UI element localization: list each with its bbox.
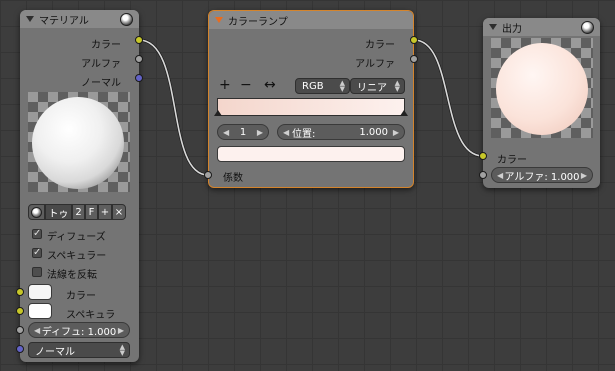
material-node-header[interactable]: マテリアル (20, 10, 139, 28)
stop-position-field[interactable]: ◀ 位置: 1.000 ▶ (277, 124, 405, 140)
add-stop-button[interactable]: + (219, 77, 231, 93)
stop-position-label: 位置: (292, 128, 316, 140)
colorramp-node[interactable]: カラーランプ カラー アルファ + − ↔ RGB ▲ ▼ リニア ▲ ▼ ◀ 1 … (208, 10, 414, 188)
color-mode-value: RGB (302, 80, 324, 92)
material-browse-icon[interactable] (28, 204, 45, 220)
increment-arrow-icon[interactable]: ▶ (118, 326, 124, 335)
output-alpha-value: アルファ: 1.000 (504, 171, 580, 183)
normal-dropdown-value: ノーマル (35, 346, 75, 358)
output-preview (491, 38, 593, 138)
ramp-input-socket-factor[interactable] (204, 171, 212, 179)
material-preview (28, 92, 130, 192)
ramp-output-label-color: カラー (365, 40, 395, 51)
output-socket-color[interactable] (135, 36, 143, 44)
material-ball-icon[interactable] (120, 13, 133, 26)
diffuse-checkbox[interactable]: ✓ (32, 229, 42, 239)
invert-normal-checkbox[interactable] (32, 267, 42, 277)
unlink-material-button[interactable]: × (112, 204, 126, 220)
decrement-arrow-icon[interactable]: ◀ (283, 128, 289, 137)
active-stop-value: 1 (239, 126, 247, 138)
output-node-header[interactable]: 出力 (483, 18, 600, 36)
input-socket-color[interactable] (16, 288, 24, 296)
diffuse-label: ディフューズ (47, 232, 106, 243)
stop-color-swatch[interactable] (217, 146, 405, 162)
colorramp-node-title: カラーランプ (228, 16, 288, 28)
material-node[interactable]: マテリアル カラー アルファ ノーマル トゥ 2 F + × ✓ ディフューズ … (20, 10, 139, 362)
decrement-arrow-icon[interactable]: ◀ (34, 326, 40, 335)
increment-arrow-icon[interactable]: ▶ (257, 128, 263, 137)
material-node-title: マテリアル (39, 15, 89, 27)
interpolation-value: リニア (357, 82, 387, 94)
color-input-label: カラー (66, 291, 96, 302)
output-socket-normal[interactable] (135, 74, 143, 82)
color-ramp-gradient[interactable] (217, 98, 405, 116)
output-color-label: カラー (497, 155, 527, 166)
material-datablock-bar[interactable]: トゥ 2 F + × (28, 204, 130, 220)
fake-user-button[interactable]: F (85, 204, 98, 220)
invert-normal-label: 法線を反転 (47, 270, 97, 281)
interpolation-dropdown[interactable]: リニア ▲ ▼ (350, 78, 405, 94)
input-socket-normal[interactable] (16, 345, 24, 353)
output-label-alpha: アルファ (81, 59, 121, 70)
color-mode-dropdown[interactable]: RGB ▲ ▼ (295, 78, 350, 94)
diffuse-intensity-value: ディフュ: 1.000 (41, 326, 117, 338)
material-name-field[interactable]: トゥ (45, 204, 72, 220)
material-ball-icon[interactable] (581, 21, 594, 34)
output-node-title: 出力 (502, 23, 522, 35)
material-preview-sphere (32, 97, 124, 189)
specular-swatch[interactable] (28, 303, 52, 319)
output-input-socket-color[interactable] (479, 152, 487, 160)
decrement-arrow-icon[interactable]: ◀ (223, 128, 229, 137)
ramp-output-label-alpha: アルファ (355, 59, 395, 70)
stop-position-value: 1.000 (359, 126, 388, 138)
output-label-normal: ノーマル (81, 78, 121, 89)
increment-arrow-icon[interactable]: ▶ (393, 128, 399, 137)
color-swatch[interactable] (28, 284, 52, 300)
new-material-button[interactable]: + (98, 204, 112, 220)
flip-ramp-button[interactable]: ↔ (264, 77, 276, 93)
output-label-color: カラー (91, 40, 121, 51)
output-alpha-field[interactable]: ◀ アルファ: 1.000 ▶ (491, 167, 593, 183)
dropdown-arrows-icon: ▲ ▼ (119, 343, 125, 357)
collapse-triangle-icon[interactable] (489, 24, 497, 30)
decrement-arrow-icon[interactable]: ◀ (497, 171, 503, 180)
diffuse-intensity-field[interactable]: ◀ ディフュ: 1.000 ▶ (28, 322, 130, 338)
output-preview-sphere (496, 43, 588, 135)
normal-dropdown[interactable]: ノーマル ▲ ▼ (28, 342, 130, 358)
specular-checkbox[interactable]: ✓ (32, 248, 42, 258)
colorramp-node-header[interactable]: カラーランプ (209, 11, 413, 29)
ramp-stop-handle-start[interactable] (214, 110, 222, 116)
dropdown-arrows-icon: ▲ ▼ (394, 79, 400, 93)
remove-stop-button[interactable]: − (240, 77, 252, 93)
input-socket-diffuse[interactable] (16, 326, 24, 334)
material-users-count[interactable]: 2 (72, 204, 85, 220)
output-input-socket-alpha[interactable] (479, 171, 487, 179)
increment-arrow-icon[interactable]: ▶ (581, 171, 587, 180)
ramp-output-socket-color[interactable] (410, 36, 418, 44)
ramp-stop-handle-end[interactable] (400, 110, 408, 116)
active-stop-field[interactable]: ◀ 1 ▶ (217, 124, 269, 140)
collapse-triangle-icon[interactable] (215, 17, 223, 23)
specular-label: スペキュラー (47, 251, 107, 262)
output-socket-alpha[interactable] (135, 55, 143, 63)
output-node[interactable]: 出力 カラー ◀ アルファ: 1.000 ▶ (483, 18, 600, 188)
specular-input-label: スペキュラ (66, 310, 116, 321)
dropdown-arrows-icon: ▲ ▼ (339, 79, 345, 93)
input-socket-specular[interactable] (16, 307, 24, 315)
collapse-triangle-icon[interactable] (26, 16, 34, 22)
ramp-output-socket-alpha[interactable] (410, 55, 418, 63)
factor-input-label: 係数 (223, 173, 243, 184)
